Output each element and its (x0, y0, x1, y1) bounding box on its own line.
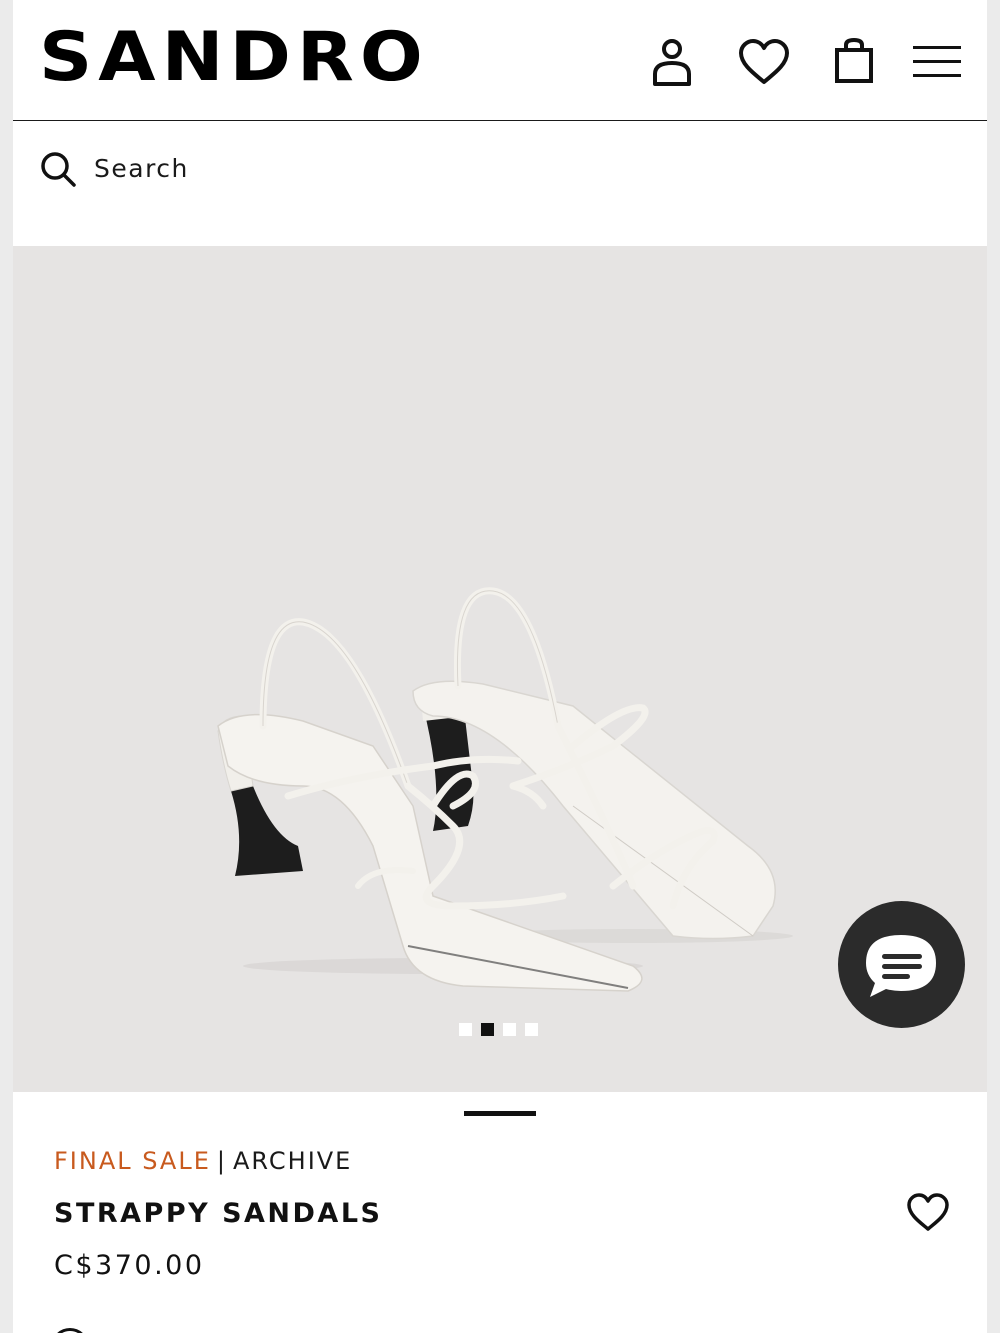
color-swatch-icon[interactable] (51, 1328, 89, 1333)
sandal-right (412, 587, 776, 940)
account-icon[interactable] (650, 38, 694, 88)
archive-tag: ARCHIVE (232, 1147, 353, 1175)
add-to-wishlist-heart-icon[interactable] (906, 1192, 950, 1237)
page-frame: SANDRO Search FINAL SALE | ARCHIVE STRAP… (13, 0, 987, 1333)
site-header: SANDRO (13, 0, 987, 121)
search-icon (39, 150, 77, 193)
shopping-bag-icon[interactable] (833, 37, 875, 85)
carousel-dot-1[interactable] (459, 1023, 472, 1036)
tag-separator: | (216, 1147, 227, 1175)
carousel-dot-3[interactable] (503, 1023, 516, 1036)
drag-handle[interactable] (464, 1111, 536, 1116)
chat-bubble-icon (866, 935, 936, 997)
wishlist-heart-icon[interactable] (738, 38, 790, 86)
carousel-dot-4[interactable] (525, 1023, 538, 1036)
carousel-pagination (459, 1023, 538, 1036)
brand-logo[interactable]: SANDRO (39, 20, 429, 94)
search-input-placeholder[interactable]: Search (94, 154, 189, 183)
search-bar[interactable]: Search (13, 122, 987, 246)
product-tags: FINAL SALE | ARCHIVE (54, 1147, 352, 1175)
hamburger-menu-icon[interactable] (913, 44, 961, 80)
chat-button[interactable] (838, 901, 965, 1028)
product-price: C$370.00 (54, 1250, 205, 1281)
product-details-panel: FINAL SALE | ARCHIVE STRAPPY SANDALS C$370… (13, 1092, 987, 1333)
final-sale-tag: FINAL SALE (54, 1147, 211, 1175)
product-image-carousel[interactable] (13, 246, 987, 1092)
product-name: STRAPPY SANDALS (54, 1198, 383, 1229)
carousel-dot-2-active[interactable] (481, 1023, 494, 1036)
